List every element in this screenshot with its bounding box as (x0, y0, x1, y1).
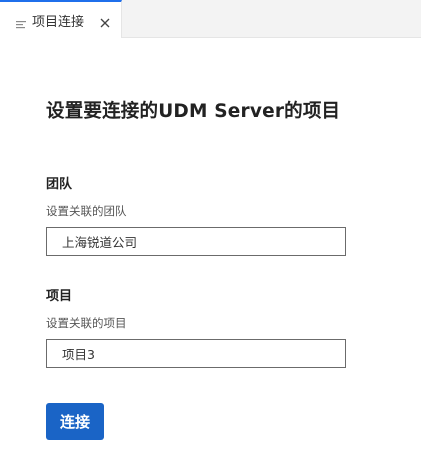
team-description: 设置关联的团队 (46, 204, 127, 218)
team-field[interactable]: 上海锐道公司 (46, 227, 346, 256)
project-description: 设置关联的项目 (46, 316, 127, 330)
tab-project-connection[interactable]: 项目连接 (0, 0, 122, 38)
project-label: 项目 (46, 289, 73, 304)
team-label: 团队 (46, 177, 73, 192)
tab-bar: 项目连接 (0, 0, 421, 38)
connect-button[interactable]: 连接 (46, 403, 104, 440)
project-connection-panel: 项目连接 设置要连接的UDM Server的项目 团队 设置关联的团队 上海锐道… (0, 0, 421, 467)
project-field[interactable]: 项目3 (46, 339, 346, 368)
tab-label: 项目连接 (32, 14, 85, 30)
page-title: 设置要连接的UDM Server的项目 (46, 101, 341, 122)
document-lines-icon (16, 15, 26, 29)
close-icon[interactable] (99, 14, 111, 28)
